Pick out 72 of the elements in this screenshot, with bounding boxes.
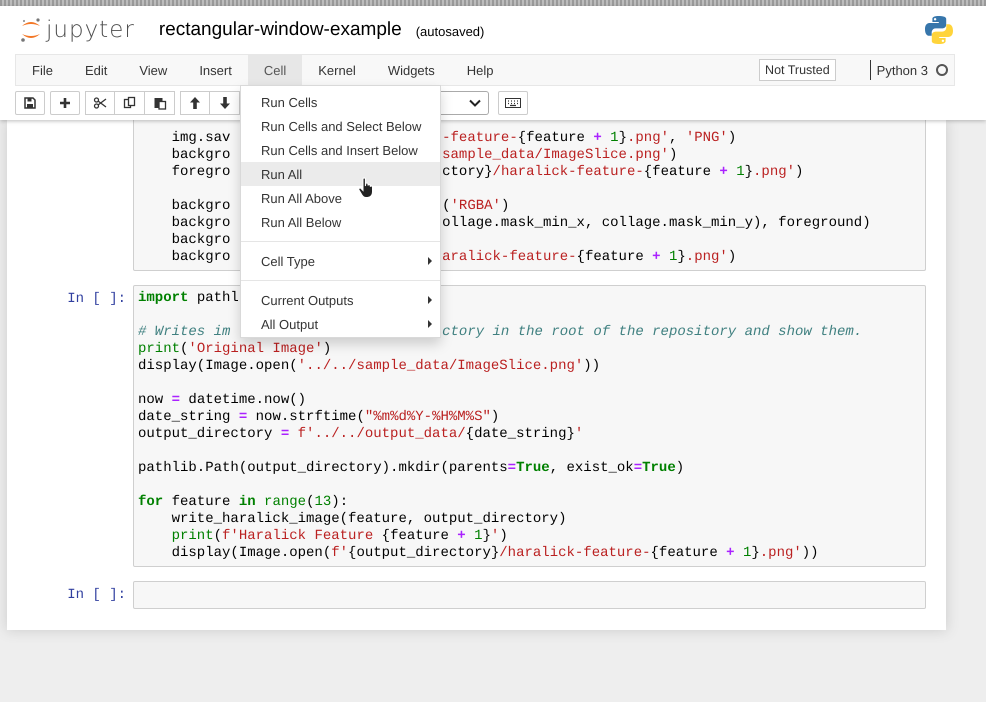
code-line: -feature-{feature + 1}.png', 'PNG') <box>442 130 736 147</box>
code-line: display(Image.open('../../sample_data/ImageSlice.png')) <box>138 358 600 375</box>
arrow-up-icon <box>188 96 202 110</box>
insert-cell-button[interactable] <box>50 91 80 115</box>
paste-button[interactable] <box>145 91 175 115</box>
menu-item[interactable]: View <box>123 55 184 85</box>
code-line: backgro <box>170 147 230 164</box>
keyboard-icon <box>505 98 521 108</box>
code-line: output_directory = f'../../output_data/{date_string}' <box>138 426 584 443</box>
copy-icon <box>122 96 136 110</box>
caret-icon <box>428 257 432 265</box>
menu-item[interactable]: Run Cells <box>241 90 440 114</box>
caret-icon <box>428 296 432 304</box>
code-line: write_haralick_image(feature, output_directory) <box>170 511 566 528</box>
plus-icon <box>58 96 72 110</box>
cell-prompt: In [ ]: <box>66 586 127 604</box>
menu-item[interactable]: Run Cells and Insert Below <box>241 138 440 162</box>
menu-item[interactable]: Edit <box>68 55 124 85</box>
caret-icon <box>428 320 432 328</box>
submenu-item[interactable]: Current Outputs <box>241 288 440 312</box>
menu-item[interactable]: Insert <box>183 55 248 85</box>
code-line: print(f'Haralick Feature {feature + 1}') <box>170 528 508 545</box>
python-logo-icon <box>924 15 954 45</box>
menu-item[interactable]: File <box>16 55 69 85</box>
kernel-name[interactable]: Python 3 <box>870 60 928 80</box>
menu-item[interactable]: Help <box>450 55 510 85</box>
code-line: backgro <box>170 232 230 249</box>
save-button[interactable] <box>15 91 45 115</box>
keyboard-button[interactable] <box>498 91 528 115</box>
code-line: import pathl <box>138 290 239 307</box>
code-line: now = datetime.now() <box>138 392 306 409</box>
code-line: display(Image.open(f'{output_directory}/haralick-feature-{feature + 1}.png')) <box>170 545 819 562</box>
code-line: ctory in the root of the repository and show them. <box>442 324 862 341</box>
menu-item[interactable]: Run All <box>241 162 440 186</box>
code-line: ollage.mask_min_x, collage.mask_min_y), foreground) <box>442 215 871 232</box>
menu-item[interactable]: Widgets <box>372 55 451 85</box>
code-cell[interactable] <box>133 581 926 609</box>
code-cell[interactable] <box>133 285 926 567</box>
jupyter-logo-icon <box>20 17 42 43</box>
code-line: backgro <box>170 198 230 215</box>
arrow-down-icon <box>218 96 232 110</box>
clipboard-icon <box>152 96 166 110</box>
logo-text: jupyter <box>46 17 135 43</box>
code-line: foregro <box>170 164 230 181</box>
move-up-button[interactable] <box>180 91 210 115</box>
submenu-item[interactable]: All Output <box>241 312 440 336</box>
save-status: (autosaved) <box>416 24 484 39</box>
code-line: ('RGBA') <box>442 198 510 215</box>
submenu-item[interactable]: Cell Type <box>241 249 440 273</box>
cut-button[interactable] <box>85 91 115 115</box>
code-line: # Writes im <box>138 324 230 341</box>
code-line: aralick-feature-{feature + 1}.png') <box>442 249 736 266</box>
code-line: date_string = now.strftime("%m%d%Y-%H%M%S") <box>138 409 500 426</box>
cell-prompt: In [ ]: <box>66 290 127 308</box>
menu-item[interactable]: Run Cells and Select Below <box>241 114 440 138</box>
scissors-icon <box>93 96 107 110</box>
code-line: print('Original Image') <box>138 341 332 358</box>
menu-item[interactable]: Run All Above <box>241 186 440 210</box>
code-line: sample_data/ImageSlice.png') <box>442 147 678 164</box>
code-line: img.sav <box>170 130 230 147</box>
menu-item[interactable]: Run All Below <box>241 210 440 234</box>
code-line: backgro <box>170 215 230 232</box>
copy-button[interactable] <box>115 91 145 115</box>
code-line: for feature in range(13): <box>138 494 348 511</box>
menu-item[interactable]: Kernel <box>302 55 372 85</box>
code-line: pathlib.Path(output_directory).mkdir(parents=True, exist_ok=True) <box>138 460 684 477</box>
notebook-title[interactable]: rectangular-window-example <box>158 19 402 41</box>
menu-item[interactable]: Cell <box>248 55 302 85</box>
trust-button[interactable]: Not Trusted <box>759 59 836 81</box>
code-line: backgro <box>170 249 230 266</box>
code-line: ctory}/haralick-feature-{feature + 1}.png') <box>442 164 804 181</box>
move-down-button[interactable] <box>210 91 240 115</box>
